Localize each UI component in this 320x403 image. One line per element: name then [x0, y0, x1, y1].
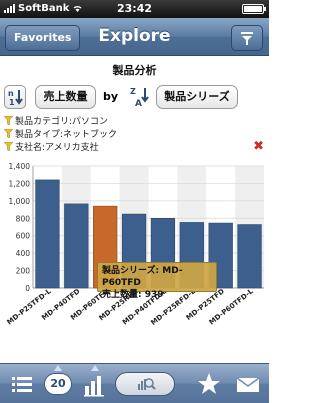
y-tick-label: 1,200: [9, 179, 31, 188]
bar: [64, 203, 89, 289]
filter-item[interactable]: 製品カテゴリ:パソコン: [4, 114, 266, 127]
y-tick-label: 1,400: [9, 162, 31, 171]
page-title: Explore: [98, 26, 171, 46]
filter-item[interactable]: 支社名:アメリカ支社: [4, 140, 266, 153]
bar: [237, 224, 262, 289]
mail-icon: [236, 377, 260, 392]
filter-label: 支社名:アメリカ支社: [15, 143, 99, 153]
sort-controls: n 1 売上数量 by Z A 製品シリーズ: [4, 82, 266, 110]
by-label: by: [103, 90, 119, 103]
bar-tooltip: 製品シリーズ: MD-P60TFD 売上数量: 939: [97, 262, 217, 300]
svg-text:1: 1: [9, 98, 15, 107]
funnel-icon: [4, 129, 13, 138]
chart-options-button[interactable]: [115, 372, 175, 396]
bar-chart-icon: [84, 376, 104, 397]
selected-indicator-icon: [91, 365, 99, 371]
analysis-heading: 製品分析: [112, 64, 157, 77]
list-view-button[interactable]: [10, 369, 34, 399]
filter-label: 製品カテゴリ:パソコン: [15, 117, 109, 127]
selected-indicator-icon: [54, 365, 62, 371]
dimension-selector[interactable]: 製品シリーズ: [156, 85, 238, 109]
active-filters: 製品カテゴリ:パソコン 製品タイプ:ネットブック 支社名:アメリカ支社 ✖: [4, 114, 266, 153]
navigation-bar: Favorites Explore: [0, 18, 269, 56]
favorite-button[interactable]: [196, 369, 222, 399]
bar-chart: 02004006008001,0001,2001,400MD-P25TFD-LM…: [6, 162, 264, 327]
bottom-toolbar: 20: [0, 363, 269, 403]
tooltip-series: 製品シリーズ: MD-P60TFD: [102, 266, 183, 288]
measure-selector[interactable]: 売上数量: [35, 85, 96, 109]
y-tick-label: 200: [16, 267, 31, 276]
svg-text:Z: Z: [130, 87, 136, 96]
bar: [35, 179, 60, 289]
tooltip-quantity: 売上数量: 939: [102, 290, 164, 300]
filter-label: 製品タイプ:ネットブック: [15, 130, 118, 140]
battery-icon: [242, 4, 266, 14]
funnel-icon: [4, 116, 13, 125]
filter-icon: [241, 32, 253, 45]
star-icon: [198, 373, 220, 394]
chart-view-button[interactable]: [82, 369, 108, 399]
email-button[interactable]: [235, 369, 261, 399]
measure-sort-order-button[interactable]: n 1: [4, 85, 26, 109]
list-icon: [12, 377, 32, 392]
y-tick-label: 1,000: [9, 197, 31, 206]
dimension-sort-order-button[interactable]: Z A: [128, 85, 150, 109]
y-tick-label: 600: [16, 232, 31, 241]
y-tick-label: 800: [16, 214, 31, 223]
sort-alpha-icon: Z A: [130, 87, 149, 109]
status-bar: SoftBank 23:42: [0, 0, 269, 18]
filter-item[interactable]: 製品タイプ:ネットブック: [4, 127, 266, 140]
chart-zoom-icon: [138, 378, 156, 390]
svg-text:A: A: [135, 99, 142, 109]
svg-text:n: n: [8, 89, 14, 98]
y-tick-label: 400: [16, 249, 31, 258]
clock: 23:42: [116, 2, 152, 15]
funnel-icon: [4, 142, 13, 151]
clear-filters-icon[interactable]: ✖: [253, 140, 264, 153]
filter-button[interactable]: [231, 25, 263, 51]
y-tick-label: 0: [25, 284, 30, 293]
item-count-button[interactable]: 20: [44, 373, 72, 395]
sort-descending-icon: n 1: [8, 89, 23, 107]
